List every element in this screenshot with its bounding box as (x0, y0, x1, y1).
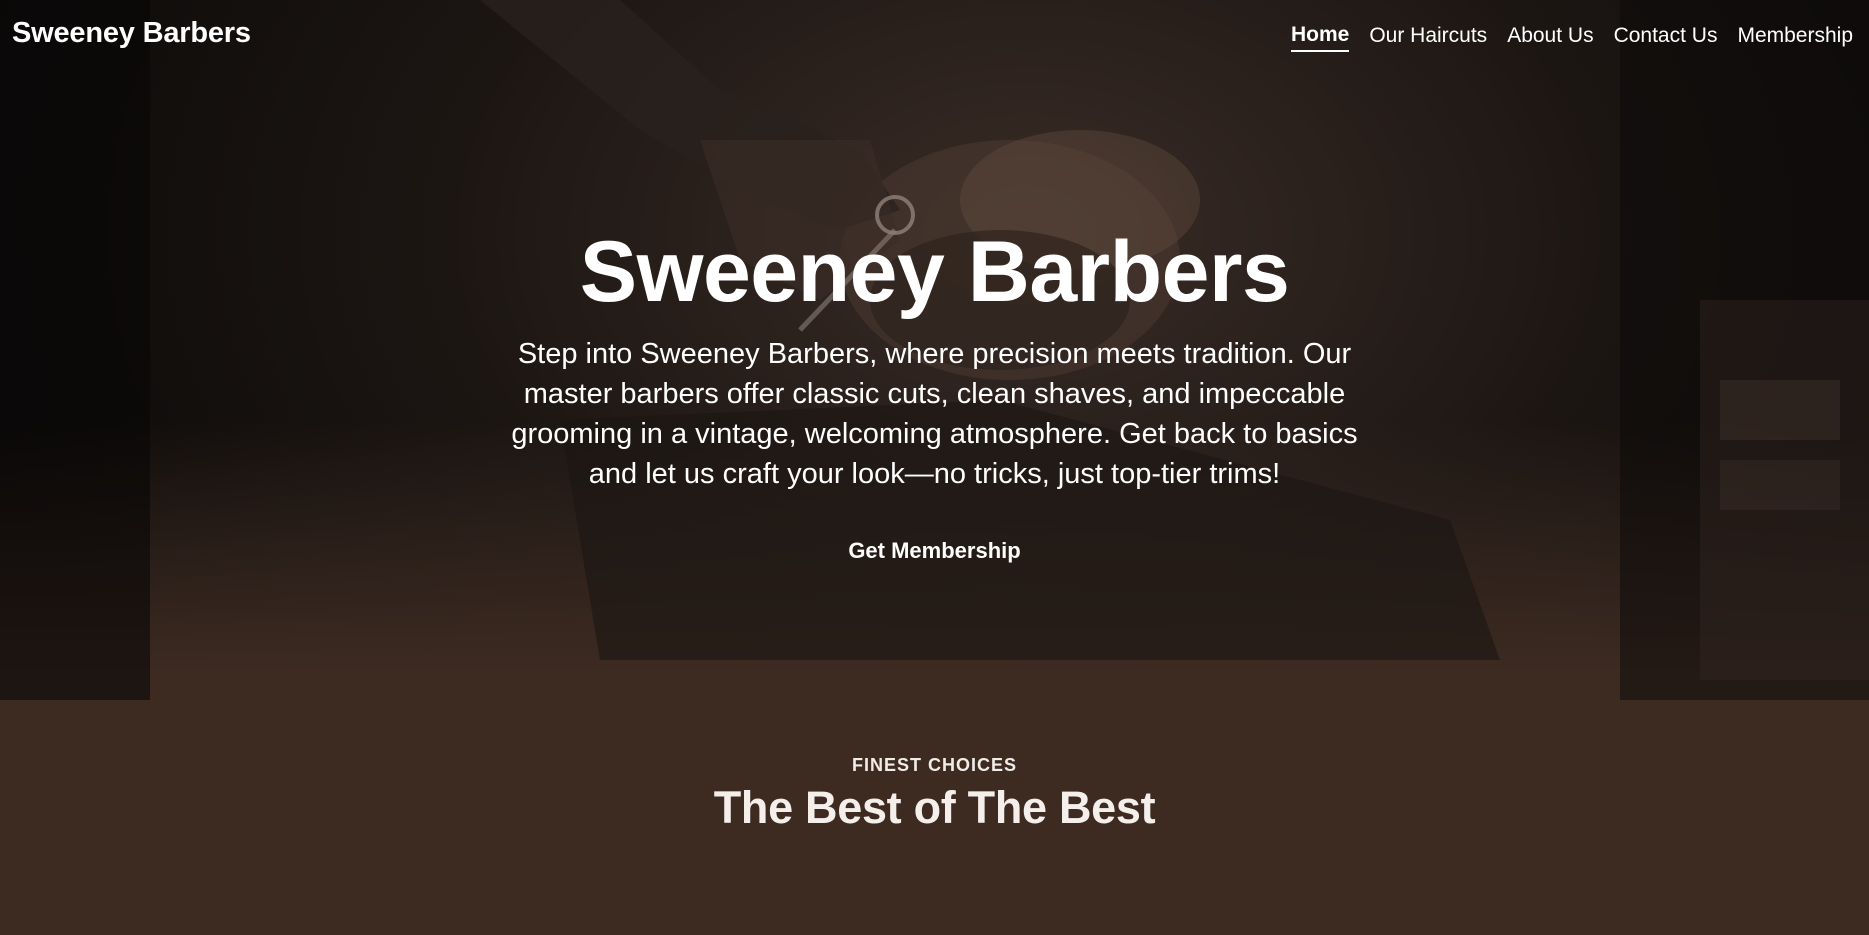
hero-description: Step into Sweeney Barbers, where precisi… (511, 338, 1358, 490)
top-navigation: Sweeney Barbers Home Our Haircuts About … (0, 0, 1869, 72)
hero-content: Sweeney Barbers Step into Sweeney Barber… (0, 222, 1869, 570)
hero-title: Sweeney Barbers (579, 224, 1290, 320)
nav-item-contact-us[interactable]: Contact Us (1614, 24, 1718, 51)
nav-item-our-haircuts[interactable]: Our Haircuts (1369, 24, 1487, 51)
section-title: The Best of The Best (713, 782, 1156, 833)
section-eyebrow: FINEST CHOICES (851, 755, 1017, 775)
nav-item-home[interactable]: Home (1290, 23, 1350, 52)
nav-item-about-us[interactable]: About Us (1507, 24, 1593, 51)
finest-choices-section: FINEST CHOICES The Best of The Best (0, 755, 1869, 834)
brand-logo[interactable]: Sweeney Barbers (12, 17, 251, 50)
nav-item-membership[interactable]: Membership (1737, 24, 1853, 51)
nav-menu: Home Our Haircuts About Us Contact Us Me… (1290, 23, 1853, 52)
get-membership-button[interactable]: Get Membership (834, 532, 1034, 570)
